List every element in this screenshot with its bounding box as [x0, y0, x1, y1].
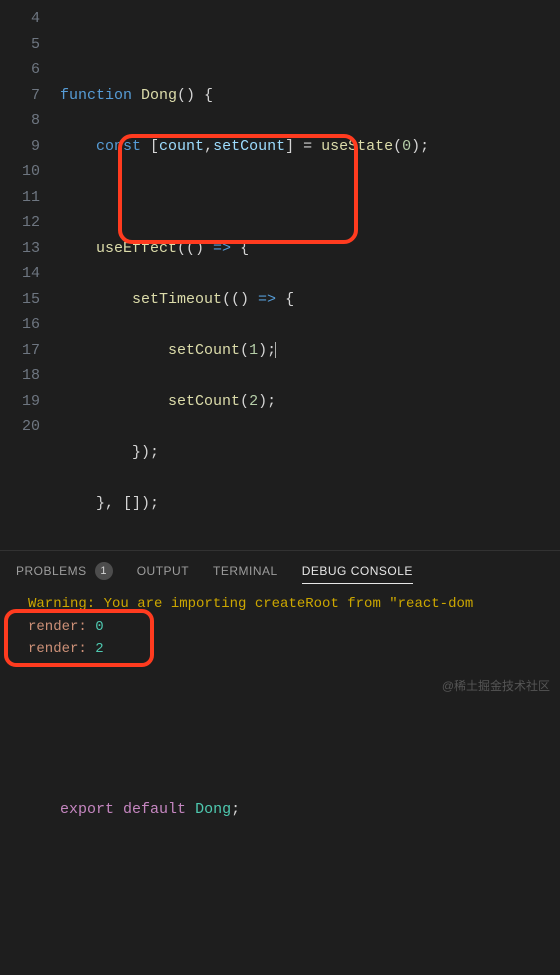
number: 0 — [402, 138, 411, 155]
tab-label: TERMINAL — [213, 561, 278, 581]
line-number: 9 — [0, 134, 40, 160]
punct: (() — [222, 291, 258, 308]
punct: { — [276, 291, 294, 308]
punct: [ — [141, 138, 159, 155]
tab-label: DEBUG CONSOLE — [302, 561, 413, 581]
console-value: 2 — [87, 641, 104, 657]
punct: , — [204, 138, 213, 155]
code-content[interactable]: function Dong() { const [count,setCount]… — [60, 6, 560, 550]
console-line: render: 0 — [28, 616, 550, 638]
arrow: => — [213, 240, 231, 257]
punct: ] = — [285, 138, 321, 155]
line-number: 10 — [0, 159, 40, 185]
punct: { — [231, 240, 249, 257]
punct: ); — [141, 444, 159, 461]
line-number: 8 — [0, 108, 40, 134]
punct: () { — [177, 87, 213, 104]
keyword: default — [123, 801, 186, 818]
punct: ( — [240, 342, 249, 359]
line-number: 13 — [0, 236, 40, 262]
tab-debug-console[interactable]: DEBUG CONSOLE — [302, 561, 413, 584]
line-number: 12 — [0, 210, 40, 236]
code-editor[interactable]: 4 5 6 7 8 9 10 11 12 13 14 15 16 17 18 1… — [0, 0, 560, 550]
line-number: 16 — [0, 312, 40, 338]
line-number: 19 — [0, 389, 40, 415]
line-number: 20 — [0, 414, 40, 440]
punct: ); — [258, 342, 276, 359]
punct: ); — [258, 393, 276, 410]
line-number: 7 — [0, 83, 40, 109]
line-number: 5 — [0, 32, 40, 58]
class-name: Dong — [195, 801, 231, 818]
tab-terminal[interactable]: TERMINAL — [213, 561, 278, 581]
variable: count — [159, 138, 204, 155]
keyword: export — [60, 801, 114, 818]
keyword: const — [96, 138, 141, 155]
punct: ; — [231, 801, 240, 818]
tab-label: PROBLEMS — [16, 561, 87, 581]
punct: ( — [240, 393, 249, 410]
tab-problems[interactable]: PROBLEMS 1 — [16, 561, 113, 581]
console-value: 0 — [87, 619, 104, 635]
console-line: render: 2 — [28, 638, 550, 660]
console-label: render: — [28, 619, 87, 635]
function-call: setCount — [168, 342, 240, 359]
text-cursor-icon — [275, 342, 276, 358]
number: 2 — [249, 393, 258, 410]
console-label: render: — [28, 641, 87, 657]
panel-tabs: PROBLEMS 1 OUTPUT TERMINAL DEBUG CONSOLE — [0, 551, 560, 587]
keyword: function — [60, 87, 132, 104]
punct: , []); — [105, 495, 159, 512]
line-number: 6 — [0, 57, 40, 83]
watermark: @稀土掘金技术社区 — [442, 676, 550, 696]
tab-label: OUTPUT — [137, 561, 189, 581]
line-number: 17 — [0, 338, 40, 364]
function-name: Dong — [141, 87, 177, 104]
punct: } — [96, 495, 105, 512]
debug-console-output[interactable]: Warning: You are importing createRoot fr… — [0, 587, 560, 660]
arrow: => — [258, 291, 276, 308]
line-number: 11 — [0, 185, 40, 211]
line-number: 15 — [0, 287, 40, 313]
function-call: useEffect — [96, 240, 177, 257]
number: 1 — [249, 342, 258, 359]
punct: } — [132, 444, 141, 461]
variable: setCount — [213, 138, 285, 155]
punct: ); — [411, 138, 429, 155]
bottom-panel: PROBLEMS 1 OUTPUT TERMINAL DEBUG CONSOLE… — [0, 550, 560, 734]
line-number: 14 — [0, 261, 40, 287]
problems-count-badge: 1 — [95, 562, 113, 580]
function-call: setTimeout — [132, 291, 222, 308]
function-call: useState — [321, 138, 393, 155]
console-warning: Warning: You are importing createRoot fr… — [28, 593, 550, 615]
line-number: 18 — [0, 363, 40, 389]
line-number: 4 — [0, 6, 40, 32]
tab-output[interactable]: OUTPUT — [137, 561, 189, 581]
function-call: setCount — [168, 393, 240, 410]
line-number-gutter: 4 5 6 7 8 9 10 11 12 13 14 15 16 17 18 1… — [0, 6, 60, 550]
punct: (() — [177, 240, 213, 257]
punct: ( — [393, 138, 402, 155]
